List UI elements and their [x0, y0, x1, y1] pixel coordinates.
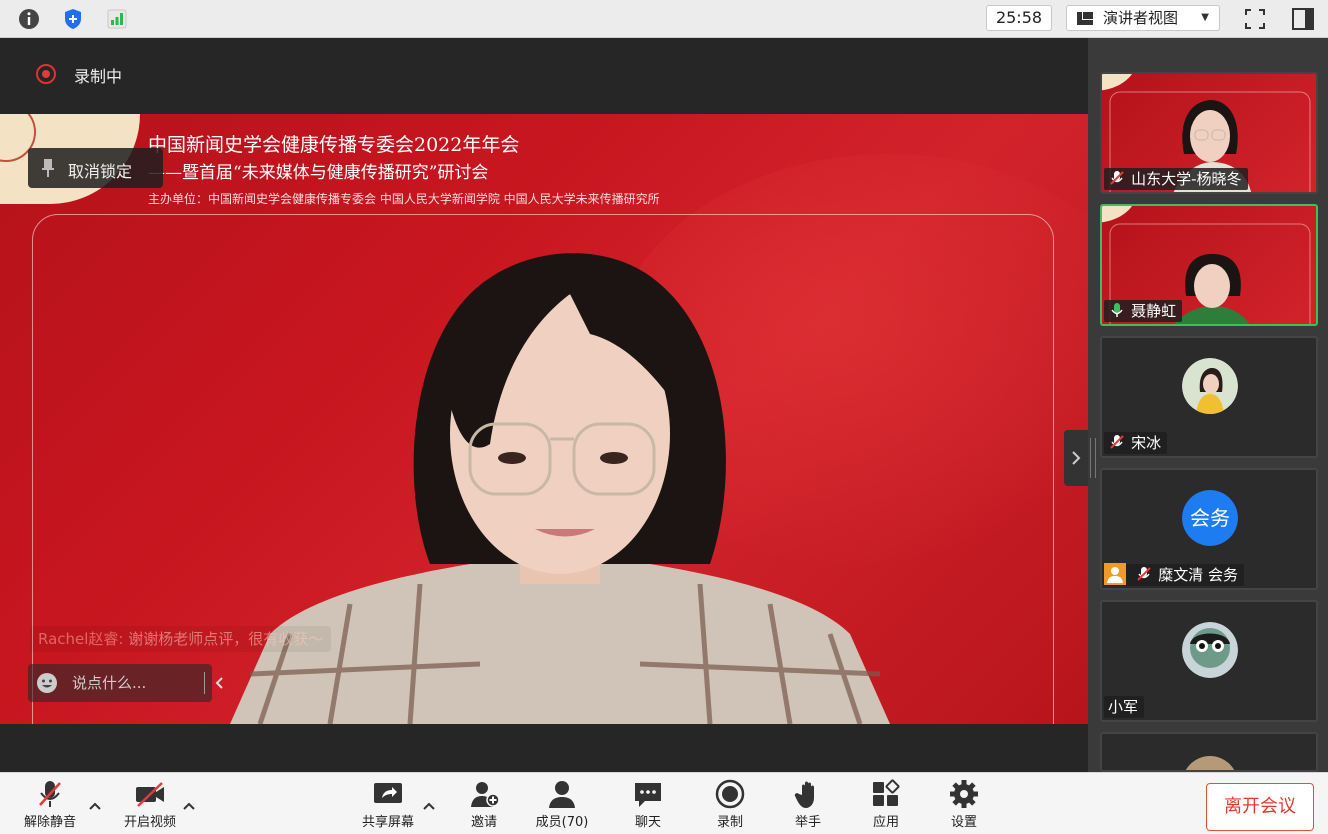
participant-tile[interactable]: 宋冰 [1100, 336, 1318, 458]
caret-down-icon: ▼ [1201, 12, 1209, 23]
apps-grid-icon [873, 779, 900, 806]
mic-muted-icon [1137, 566, 1151, 581]
view-mode-label: 演讲者视图 [1103, 9, 1179, 27]
chat-message: 谢谢杨老师点评，很有收获～ [128, 630, 324, 648]
banner-subtitle: ——暨首届“未来媒体与健康传播研究”研讨会 [148, 163, 489, 183]
divider [204, 672, 205, 694]
meeting-window: 25:58 演讲者视图 ▼ 录制中 中国新闻史学会健康传播专委会2022年年会 … [0, 0, 1328, 834]
pin-icon [42, 159, 54, 177]
fullscreen-icon[interactable] [1242, 6, 1268, 32]
participant-name: 糜文清 会务 [1158, 566, 1238, 584]
unpin-video-button[interactable]: 取消锁定 [28, 148, 163, 188]
participant-name: 宋冰 [1131, 434, 1162, 452]
members-label: 成员(70) [535, 815, 589, 830]
mic-muted-icon [1110, 434, 1124, 449]
speaker-view-icon [1077, 12, 1093, 25]
raise-hand-button[interactable]: 举手 [786, 779, 830, 833]
participant-name: 山东大学-杨晓冬 [1131, 170, 1242, 188]
settings-button[interactable]: 设置 [942, 779, 986, 833]
record-button[interactable]: 录制 [708, 779, 752, 833]
participant-tile[interactable]: 小军 [1100, 600, 1318, 722]
network-signal-icon[interactable] [104, 6, 130, 32]
recording-label: 录制中 [74, 67, 123, 86]
participant-tile[interactable]: 会务 糜文清 会务 [1100, 468, 1318, 590]
start-video-label: 开启视频 [123, 815, 176, 830]
unpin-label: 取消锁定 [68, 162, 133, 181]
video-off-icon [136, 782, 164, 807]
chevron-up-icon[interactable] [422, 801, 436, 811]
participant-avatar: 会务 [1182, 490, 1238, 546]
mic-muted-icon [1110, 170, 1124, 185]
chevron-up-icon[interactable] [182, 801, 196, 811]
invite-button[interactable]: 邀请 [462, 779, 506, 833]
participant-name-tag: 聂静虹 [1104, 300, 1183, 322]
members-button[interactable]: 成员(70) [532, 779, 592, 833]
quick-chat-input[interactable] [72, 664, 204, 702]
bottom-toolbar: 解除静音 开启视频 共享屏幕 邀请 成员(70) 聊天 录制 举手 应用 设置 … [0, 772, 1328, 834]
participant-name-tag: 宋冰 [1104, 432, 1168, 454]
participant-avatar [1185, 756, 1235, 770]
hand-icon [794, 781, 814, 808]
participant-name: 小军 [1108, 698, 1139, 716]
settings-label: 设置 [950, 815, 977, 830]
start-video-button[interactable]: 开启视频 [120, 779, 180, 833]
banner-title: 中国新闻史学会健康传播专委会2022年年会 [148, 134, 520, 156]
panel-resize-grip[interactable] [1090, 438, 1096, 478]
view-mode-select[interactable]: 演讲者视图 ▼ [1066, 5, 1220, 31]
share-screen-button[interactable]: 共享屏幕 [358, 779, 418, 833]
main-stage: 录制中 中国新闻史学会健康传播专委会2022年年会 ——暨首届“未来媒体与健康传… [0, 38, 1088, 772]
side-panel-toggle-icon[interactable] [1290, 6, 1316, 32]
participant-avatar [1182, 358, 1238, 414]
participant-name-tag: 山东大学-杨晓冬 [1104, 168, 1248, 190]
leave-meeting-button[interactable]: 离开会议 [1206, 783, 1314, 831]
participant-tile[interactable]: 聂静虹 [1100, 204, 1318, 326]
participant-tile[interactable] [1100, 732, 1318, 772]
security-shield-icon[interactable] [60, 6, 86, 32]
chevron-left-icon[interactable] [211, 670, 229, 696]
collapse-side-panel-button[interactable] [1064, 430, 1088, 486]
record-label: 录制 [716, 815, 743, 830]
raise-hand-label: 举手 [794, 815, 821, 830]
participant-name-tag: 糜文清 会务 [1104, 562, 1244, 586]
meeting-timer: 25:58 [986, 5, 1052, 31]
quick-chat-box [28, 664, 223, 702]
chat-bubble-icon [635, 783, 661, 807]
chat-label: 聊天 [634, 815, 661, 830]
participant-avatar [1182, 622, 1238, 678]
gear-icon [950, 780, 978, 808]
participant-name: 聂静虹 [1131, 302, 1177, 320]
chat-bubble: Rachel赵睿: 谢谢杨老师点评，很有收获～ [30, 626, 332, 652]
info-icon[interactable] [16, 6, 42, 32]
top-bar: 25:58 演讲者视图 ▼ [0, 0, 1328, 38]
participant-tile[interactable]: 山东大学-杨晓冬 [1100, 72, 1318, 194]
host-badge-icon [1104, 562, 1126, 585]
avatar-text: 会务 [1190, 506, 1230, 530]
participant-name-tag: 小军 [1104, 696, 1145, 718]
mic-active-icon [1111, 302, 1123, 317]
chat-button[interactable]: 聊天 [626, 779, 670, 833]
record-icon [715, 779, 745, 809]
emoji-icon[interactable] [36, 672, 58, 694]
banner-host: 主办单位：中国新闻史学会健康传播专委会 中国人民大学新闻学院 中国人民大学未来传… [148, 192, 660, 206]
share-screen-icon [374, 783, 402, 803]
share-screen-label: 共享屏幕 [361, 815, 414, 830]
apps-label: 应用 [872, 815, 899, 830]
chat-sender: Rachel赵睿: [38, 630, 124, 648]
chevron-up-icon[interactable] [88, 801, 102, 811]
recording-dot-icon [36, 64, 56, 84]
members-icon [549, 781, 575, 808]
mic-muted-icon [39, 781, 61, 807]
chevron-right-icon [1072, 451, 1081, 465]
invite-label: 邀请 [470, 815, 497, 830]
unmute-button[interactable]: 解除静音 [20, 779, 80, 833]
add-user-icon [471, 782, 500, 807]
apps-button[interactable]: 应用 [864, 779, 908, 833]
unmute-label: 解除静音 [23, 815, 76, 830]
participant-panel: 山东大学-杨晓冬 聂静虹 宋冰 会务 糜文清 会务 小军 [1088, 38, 1328, 772]
